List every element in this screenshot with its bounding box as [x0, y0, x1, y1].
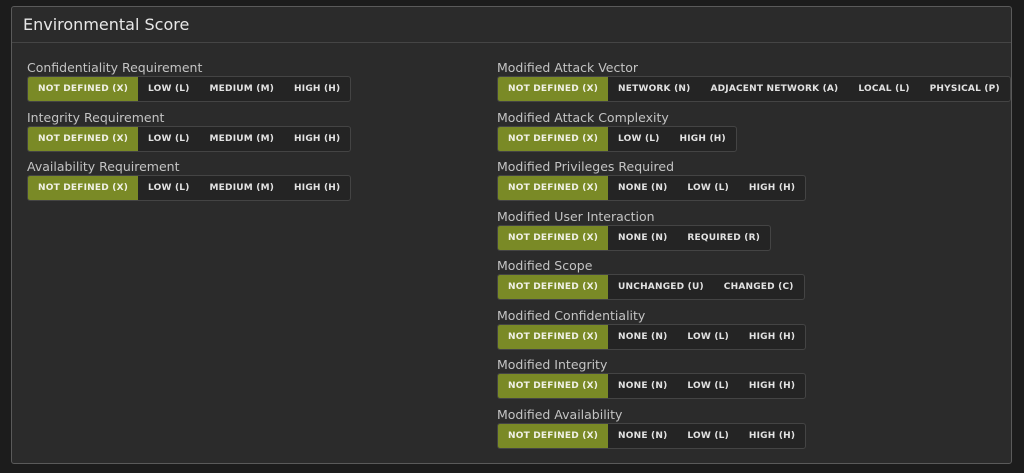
option-button-medium[interactable]: MEDIUM (M)	[200, 176, 285, 200]
metric-label: Modified Scope	[497, 258, 593, 273]
option-button-low[interactable]: LOW (L)	[677, 374, 739, 398]
option-button-not-defined[interactable]: NOT DEFINED (X)	[498, 324, 609, 349]
option-button-low[interactable]: LOW (L)	[677, 325, 739, 349]
option-button-group: NOT DEFINED (X) LOW (L) MEDIUM (M) HIGH (H)	[27, 76, 352, 102]
metric-label: Modified Attack Vector	[497, 60, 639, 75]
metric-label: Integrity Requirement	[27, 109, 165, 125]
option-button-group: NOT DEFINED (X) LOW (L) HIGH (H)	[497, 125, 737, 152]
metric-modified-integrity: Modified Integrity NOT DEFINED (X) NONE (N…	[497, 356, 1011, 406]
option-button-not-defined[interactable]: NOT DEFINED (X)	[498, 126, 609, 151]
metric-label: Availability Requirement	[27, 159, 180, 174]
option-button-network[interactable]: NETWORK (N)	[608, 77, 700, 101]
option-button-high[interactable]: HIGH (H)	[284, 127, 350, 151]
metric-availability-requirement: Availability Requirement NOT DEFINED (X) L…	[27, 158, 352, 208]
option-button-group: NOT DEFINED (X) NONE (N) LOW (L) HIGH (H)	[497, 373, 807, 399]
option-button-not-defined[interactable]: NOT DEFINED (X)	[498, 275, 609, 299]
option-button-group: NOT DEFINED (X) LOW (L) MEDIUM (M) HIGH (H)	[27, 175, 352, 201]
option-button-not-defined[interactable]: NOT DEFINED (X)	[28, 77, 139, 101]
option-button-none[interactable]: NONE (N)	[608, 176, 677, 200]
option-button-group: NOT DEFINED (X) LOW (L) MEDIUM (M) HIGH (H)	[27, 125, 352, 152]
option-button-high[interactable]: HIGH (H)	[284, 77, 350, 101]
option-button-high[interactable]: HIGH (H)	[284, 176, 350, 200]
option-button-not-defined[interactable]: NOT DEFINED (X)	[28, 176, 139, 200]
metric-confidentiality-requirement: Confidentiality Requirement NOT DEFINED (…	[27, 59, 352, 109]
metric-label: Confidentiality Requirement	[27, 60, 203, 75]
option-button-low[interactable]: LOW (L)	[138, 127, 200, 151]
option-button-low[interactable]: LOW (L)	[608, 127, 670, 151]
option-button-low[interactable]: LOW (L)	[138, 77, 200, 101]
metric-modified-attack-complexity: Modified Attack Complexity NOT DEFINED (X…	[497, 109, 1011, 159]
requirements-column: Confidentiality Requirement NOT DEFINED (…	[27, 59, 352, 208]
metric-integrity-requirement: Integrity Requirement NOT DEFINED (X) LOW …	[27, 109, 352, 159]
option-button-none[interactable]: NONE (N)	[608, 226, 677, 250]
metric-label: Modified Confidentiality	[497, 307, 646, 323]
option-button-none[interactable]: NONE (N)	[608, 374, 677, 398]
panel-header: Environmental Score	[12, 7, 1011, 43]
option-button-medium[interactable]: MEDIUM (M)	[200, 77, 285, 101]
option-button-local[interactable]: LOCAL (L)	[848, 77, 919, 101]
option-button-group: NOT DEFINED (X) UNCHANGED (U) CHANGED (C)	[497, 274, 805, 300]
option-button-low[interactable]: LOW (L)	[677, 176, 739, 200]
option-button-physical[interactable]: PHYSICAL (P)	[920, 77, 1010, 101]
metric-label: Modified Availability	[497, 406, 623, 422]
option-button-not-defined[interactable]: NOT DEFINED (X)	[498, 225, 609, 250]
option-button-high[interactable]: HIGH (H)	[739, 325, 805, 349]
option-button-not-defined[interactable]: NOT DEFINED (X)	[28, 126, 139, 151]
modified-metrics-column: Modified Attack Vector NOT DEFINED (X) NET…	[497, 59, 1011, 455]
environmental-score-panel: Environmental Score Confidentiality Requ…	[11, 6, 1012, 464]
option-button-group: NOT DEFINED (X) NONE (N) LOW (L) HIGH (H)	[497, 422, 807, 449]
option-button-adjacent-network[interactable]: ADJACENT NETWORK (A)	[700, 77, 848, 101]
metric-modified-availability: Modified Availability NOT DEFINED (X) NONE…	[497, 406, 1011, 456]
metric-label: Modified User Interaction	[497, 208, 655, 224]
option-button-none[interactable]: NONE (N)	[608, 424, 677, 448]
option-button-medium[interactable]: MEDIUM (M)	[200, 127, 285, 151]
option-button-unchanged[interactable]: UNCHANGED (U)	[608, 275, 714, 299]
metric-modified-confidentiality: Modified Confidentiality NOT DEFINED (X) N…	[497, 307, 1011, 357]
option-button-not-defined[interactable]: NOT DEFINED (X)	[498, 374, 609, 398]
metric-modified-privileges-required: Modified Privileges Required NOT DEFINED …	[497, 158, 1011, 208]
option-button-high[interactable]: HIGH (H)	[670, 127, 736, 151]
option-button-high[interactable]: HIGH (H)	[739, 424, 805, 448]
option-button-not-defined[interactable]: NOT DEFINED (X)	[498, 176, 609, 200]
option-button-changed[interactable]: CHANGED (C)	[714, 275, 804, 299]
option-button-high[interactable]: HIGH (H)	[739, 176, 805, 200]
option-button-group: NOT DEFINED (X) NONE (N) REQUIRED (R)	[497, 224, 772, 251]
option-button-group: NOT DEFINED (X) NONE (N) LOW (L) HIGH (H)	[497, 323, 807, 350]
metric-modified-user-interaction: Modified User Interaction NOT DEFINED (X)…	[497, 208, 1011, 258]
option-button-low[interactable]: LOW (L)	[138, 176, 200, 200]
metric-modified-scope: Modified Scope NOT DEFINED (X) UNCHANGED (…	[497, 257, 1011, 307]
option-button-group: NOT DEFINED (X) NONE (N) LOW (L) HIGH (H)	[497, 175, 807, 201]
metric-label: Modified Integrity	[497, 357, 608, 372]
option-button-group: NOT DEFINED (X) NETWORK (N) ADJACENT NETWO…	[497, 76, 1011, 102]
panel-title: Environmental Score	[23, 15, 190, 34]
option-button-none[interactable]: NONE (N)	[608, 325, 677, 349]
option-button-not-defined[interactable]: NOT DEFINED (X)	[498, 423, 609, 448]
option-button-required[interactable]: REQUIRED (R)	[677, 226, 770, 250]
metric-label: Modified Privileges Required	[497, 159, 675, 174]
option-button-high[interactable]: HIGH (H)	[739, 374, 805, 398]
option-button-low[interactable]: LOW (L)	[677, 424, 739, 448]
option-button-not-defined[interactable]: NOT DEFINED (X)	[498, 77, 609, 101]
metric-label: Modified Attack Complexity	[497, 109, 669, 125]
metric-modified-attack-vector: Modified Attack Vector NOT DEFINED (X) NET…	[497, 59, 1011, 109]
